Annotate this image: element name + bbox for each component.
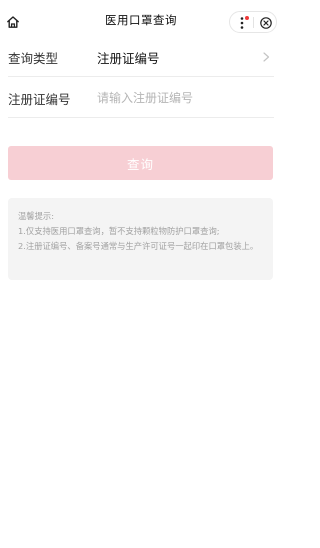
tips-line-2: 2.注册证编号、备案号通常与生产许可证号一起印在口罩包装上。 — [18, 241, 259, 251]
registration-number-row: 注册证编号 — [0, 78, 282, 118]
more-button[interactable] — [233, 14, 251, 31]
query-type-value: 注册证编号 — [97, 51, 160, 66]
close-button[interactable] — [257, 14, 274, 31]
chevron-right-icon — [263, 52, 270, 62]
tips-box: 温馨提示: 1.仅支持医用口罩查询，暂不支持颗粒物防护口罩查询; 2.注册证编号… — [8, 198, 273, 280]
page-title: 医用口罩查询 — [105, 13, 177, 27]
row-divider — [8, 117, 274, 118]
capsule-menu — [229, 11, 277, 33]
tips-heading: 温馨提示: — [18, 211, 54, 221]
registration-number-input[interactable] — [97, 88, 273, 108]
query-type-label: 查询类型 — [8, 51, 59, 66]
home-icon — [7, 16, 19, 28]
query-button[interactable]: 查询 — [8, 146, 273, 180]
close-circle-icon — [259, 16, 272, 29]
tips-line-1: 1.仅支持医用口罩查询，暂不支持颗粒物防护口罩查询; — [18, 226, 220, 236]
row-divider — [8, 76, 274, 77]
capsule-divider — [253, 17, 254, 28]
query-type-row[interactable]: 查询类型 注册证编号 — [0, 37, 282, 77]
home-button[interactable] — [4, 13, 22, 31]
registration-number-label: 注册证编号 — [8, 92, 71, 107]
more-dots-icon — [240, 16, 244, 29]
notification-dot — [245, 16, 249, 20]
